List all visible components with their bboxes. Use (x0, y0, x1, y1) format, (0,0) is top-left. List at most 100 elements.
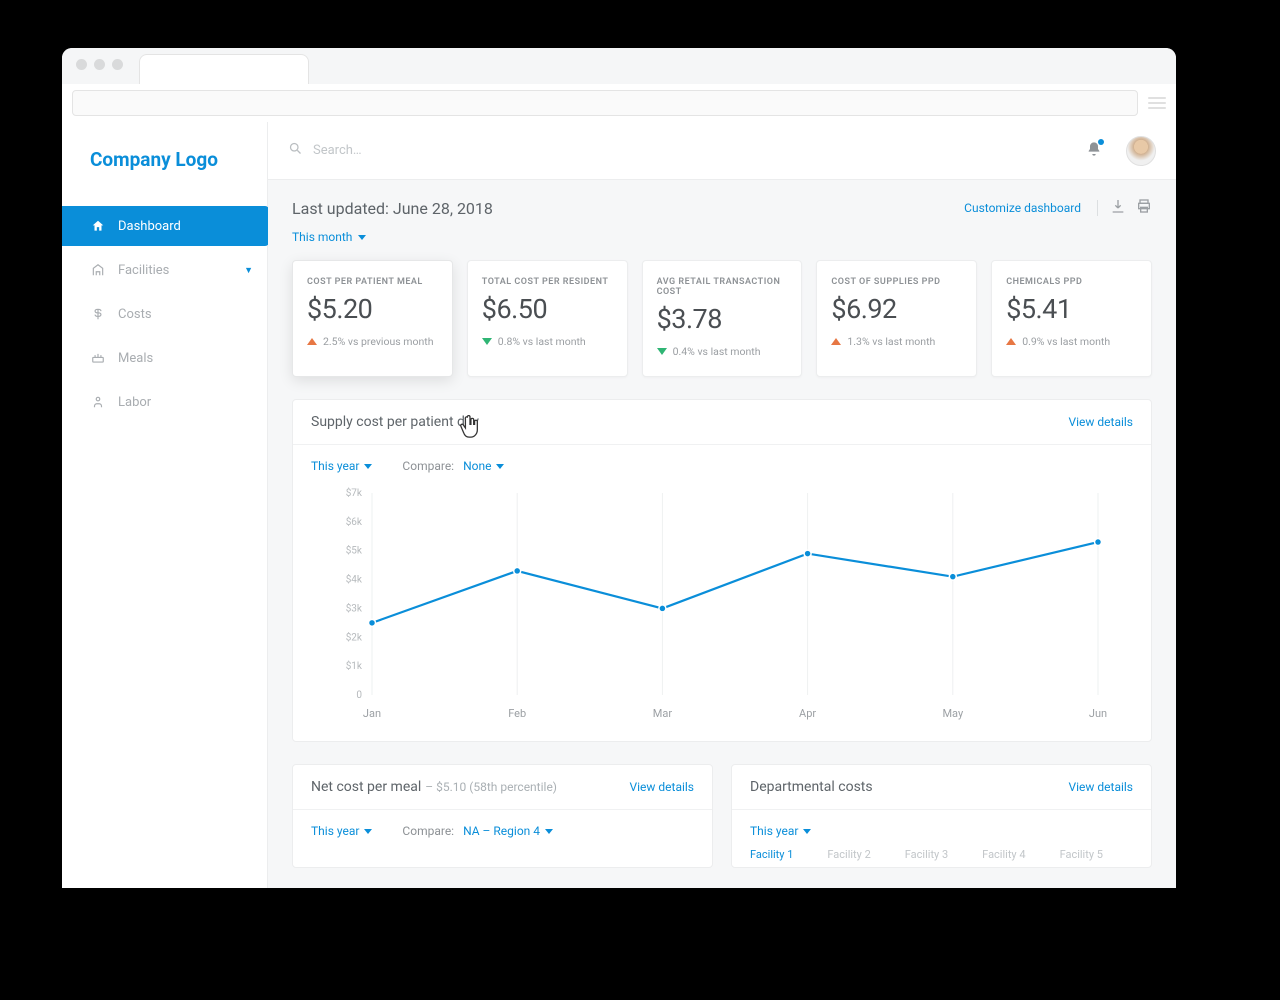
chevron-down-icon (803, 829, 811, 834)
svg-text:$1k: $1k (346, 659, 363, 672)
panel-filters: This year (732, 810, 1151, 838)
sidebar-item-costs[interactable]: Costs (62, 294, 267, 334)
url-bar[interactable] (72, 90, 1138, 116)
view-details-link[interactable]: View details (1068, 780, 1133, 794)
facility-tabs: Facility 1 Facility 2 Facility 3 Facilit… (732, 848, 1151, 867)
kpi-delta-text: 0.4% vs last month (673, 345, 761, 358)
main: Last updated: June 28, 2018 Customize da… (268, 122, 1176, 888)
panel-header: Departmental costs View details (732, 765, 1151, 810)
svg-text:$3k: $3k (346, 601, 363, 614)
kpi-delta: 1.3% vs last month (831, 335, 962, 348)
chevron-down-icon (358, 235, 366, 240)
company-logo: Company Logo (62, 122, 267, 196)
window-zoom-icon[interactable] (112, 59, 123, 70)
sidebar-item-meals[interactable]: Meals (62, 338, 267, 378)
notification-dot-icon (1098, 139, 1104, 145)
facility-tab[interactable]: Facility 1 (750, 848, 793, 861)
panel-filters: This year Compare: None (293, 445, 1151, 473)
kpi-label: COST PER PATIENT MEAL (307, 277, 438, 287)
kpi-label: CHEMICALS PPD (1006, 277, 1137, 287)
period-label: This month (292, 230, 352, 244)
sidebar-item-label: Dashboard (118, 219, 181, 234)
period-selector[interactable]: This month (292, 230, 1152, 244)
sidebar-item-dashboard[interactable]: Dashboard (62, 206, 269, 246)
period-filter-label: This year (750, 824, 798, 838)
last-updated-text: Last updated: June 28, 2018 (292, 199, 493, 218)
panel-title: Supply cost per patient day (311, 414, 479, 430)
dollar-icon (90, 306, 106, 322)
line-chart: 0$1k$2k$3k$4k$5k$6k$7kJanFebMarAprMayJun (311, 483, 1133, 723)
svg-text:$7k: $7k (346, 486, 363, 499)
panel-title: Departmental costs (750, 779, 873, 795)
nav: Dashboard Facilities ▼ Costs (62, 196, 267, 426)
departmental-costs-panel: Departmental costs View details This yea… (731, 764, 1152, 868)
triangle-up-icon (831, 338, 841, 345)
kpi-delta: 2.5% vs previous month (307, 335, 438, 348)
kpi-card-cost-of-supplies-ppd[interactable]: COST OF SUPPLIES PPD $6.92 1.3% vs last … (816, 260, 977, 377)
divider (1097, 200, 1098, 216)
kpi-card-chemicals-ppd[interactable]: CHEMICALS PPD $5.41 0.9% vs last month (991, 260, 1152, 377)
panel-header: Supply cost per patient day View details (293, 400, 1151, 445)
sidebar-item-label: Costs (118, 307, 152, 322)
kpi-value: $3.78 (657, 303, 788, 335)
svg-text:$4k: $4k (346, 573, 363, 586)
kpi-card-total-cost-per-resident[interactable]: TOTAL COST PER RESIDENT $6.50 0.8% vs la… (467, 260, 628, 377)
svg-text:Apr: Apr (799, 707, 816, 720)
svg-text:$5k: $5k (346, 544, 363, 557)
kpi-delta-text: 1.3% vs last month (847, 335, 935, 348)
kpi-card-avg-retail-transaction-cost[interactable]: AVG RETAIL TRANSACTION COST $3.78 0.4% v… (642, 260, 803, 377)
download-icon[interactable] (1110, 198, 1126, 218)
facility-tab[interactable]: Facility 2 (827, 848, 870, 861)
home-icon (90, 218, 106, 234)
kpi-delta: 0.8% vs last month (482, 335, 613, 348)
facility-tab[interactable]: Facility 5 (1060, 848, 1103, 861)
kpi-value: $5.41 (1006, 293, 1137, 325)
print-icon[interactable] (1136, 198, 1152, 218)
view-details-link[interactable]: View details (629, 780, 694, 794)
panel-filters: This year Compare: NA – Region 4 (293, 810, 712, 852)
supply-cost-chart: 0$1k$2k$3k$4k$5k$6k$7kJanFebMarAprMayJun (293, 473, 1151, 741)
triangle-up-icon (307, 338, 317, 345)
facility-tab[interactable]: Facility 4 (982, 848, 1025, 861)
kpi-card-cost-per-patient-meal[interactable]: COST PER PATIENT MEAL $5.20 2.5% vs prev… (292, 260, 453, 377)
kpi-label: COST OF SUPPLIES PPD (831, 277, 962, 287)
browser-menu-icon[interactable] (1148, 94, 1166, 112)
sidebar: Company Logo Dashboard Facilities ▼ (62, 122, 268, 888)
compare-filter[interactable]: None (463, 459, 504, 473)
compare-label: Compare: (402, 824, 454, 838)
panel-subtitle: – $5.10 (58th percentile) (425, 780, 557, 794)
sidebar-item-label: Facilities (118, 263, 169, 278)
svg-text:Jun: Jun (1089, 707, 1107, 720)
chevron-down-icon (364, 464, 372, 469)
topbar (268, 122, 1176, 180)
period-filter-label: This year (311, 824, 359, 838)
facility-tab[interactable]: Facility 3 (905, 848, 948, 861)
window-close-icon[interactable] (76, 59, 87, 70)
customize-dashboard-link[interactable]: Customize dashboard (964, 201, 1081, 215)
search-input[interactable] (313, 143, 1076, 158)
meals-icon (90, 350, 106, 366)
svg-text:$2k: $2k (346, 630, 363, 643)
svg-text:0: 0 (356, 690, 362, 701)
browser-tab[interactable] (139, 54, 309, 84)
avatar[interactable] (1126, 136, 1156, 166)
browser-window: Company Logo Dashboard Facilities ▼ (62, 48, 1176, 888)
compare-filter[interactable]: NA – Region 4 (463, 824, 553, 838)
period-filter[interactable]: This year (311, 459, 372, 473)
chevron-down-icon (496, 464, 504, 469)
sidebar-item-facilities[interactable]: Facilities ▼ (62, 250, 267, 290)
svg-text:Mar: Mar (653, 707, 673, 720)
supply-cost-panel: Supply cost per patient day View details… (292, 399, 1152, 742)
sidebar-item-labor[interactable]: Labor (62, 382, 267, 422)
period-filter[interactable]: This year (311, 824, 372, 838)
window-minimize-icon[interactable] (94, 59, 105, 70)
view-details-link[interactable]: View details (1068, 415, 1133, 429)
compare-value: NA – Region 4 (463, 824, 540, 838)
kpi-label: TOTAL COST PER RESIDENT (482, 277, 613, 287)
svg-text:$6k: $6k (346, 515, 363, 528)
kpi-delta-text: 0.8% vs last month (498, 335, 586, 348)
period-filter[interactable]: This year (750, 824, 811, 838)
window-controls[interactable] (76, 59, 123, 70)
chevron-down-icon (364, 829, 372, 834)
notifications-button[interactable] (1086, 141, 1102, 161)
